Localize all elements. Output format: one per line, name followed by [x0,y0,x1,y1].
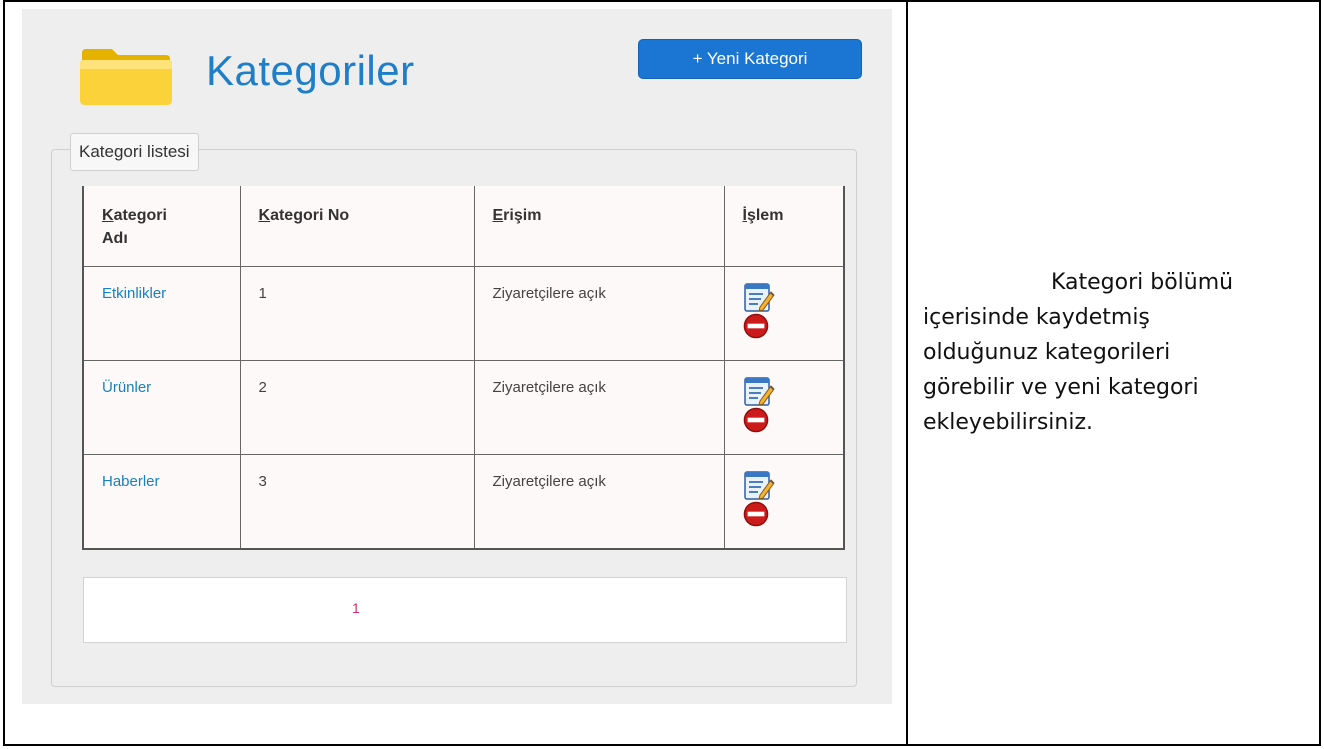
delete-icon[interactable] [743,313,769,339]
description-text: Kategori bölümü içerisinde kaydetmiş old… [923,265,1303,440]
category-link-haberler[interactable]: Haberler [102,473,160,490]
column-header-name[interactable]: Kategori Adı [82,186,241,267]
category-table: Kategori Adı Kategori No Erişim İşlem Etk… [82,186,845,550]
category-no: 3 [258,473,267,490]
delete-icon[interactable] [743,501,769,527]
folder-icon [80,49,172,105]
column-header-access[interactable]: Erişim [473,186,725,267]
category-access: Ziyaretçilere açık [492,379,606,396]
category-list-legend: Kategori listesi [70,133,199,171]
category-link-urunler[interactable]: Ürünler [102,379,151,396]
edit-icon[interactable] [743,469,775,501]
column-header-action[interactable]: İşlem [723,186,845,267]
description-line: içerisinde kaydetmiş [923,305,1150,330]
delete-icon[interactable] [743,407,769,433]
table-row: Ürünler 2 Ziyaretçilere açık [82,360,845,455]
edit-icon[interactable] [743,281,775,313]
page-title: Kategoriler [206,47,415,94]
category-access: Ziyaretçilere açık [492,285,606,302]
new-category-button[interactable]: + Yeni Kategori [638,39,862,79]
category-access: Ziyaretçilere açık [492,473,606,490]
description-line: ekleyebilirsiniz. [923,410,1093,435]
column-header-no[interactable]: Kategori No [239,186,475,267]
category-no: 1 [258,285,267,302]
category-link-etkinlikler[interactable]: Etkinlikler [102,285,166,302]
table-row: Haberler 3 Ziyaretçilere açık [82,454,845,550]
edit-icon[interactable] [743,375,775,407]
category-no: 2 [258,379,267,396]
pagination: 1 [83,577,847,643]
description-line: olduğunuz kategorileri [923,340,1171,365]
description-line: Kategori bölümü [1051,270,1234,295]
cell-divider [906,2,908,744]
document-table: Kategoriler + Yeni Kategori Kategori lis… [3,0,1321,746]
table-header-row: Kategori Adı Kategori No Erişim İşlem [82,186,845,267]
page-number-link[interactable]: 1 [352,600,360,616]
description-line: görebilir ve yeni kategori [923,375,1199,400]
table-row: Etkinlikler 1 Ziyaretçilere açık [82,266,845,361]
app-panel: Kategoriler + Yeni Kategori Kategori lis… [22,9,892,704]
